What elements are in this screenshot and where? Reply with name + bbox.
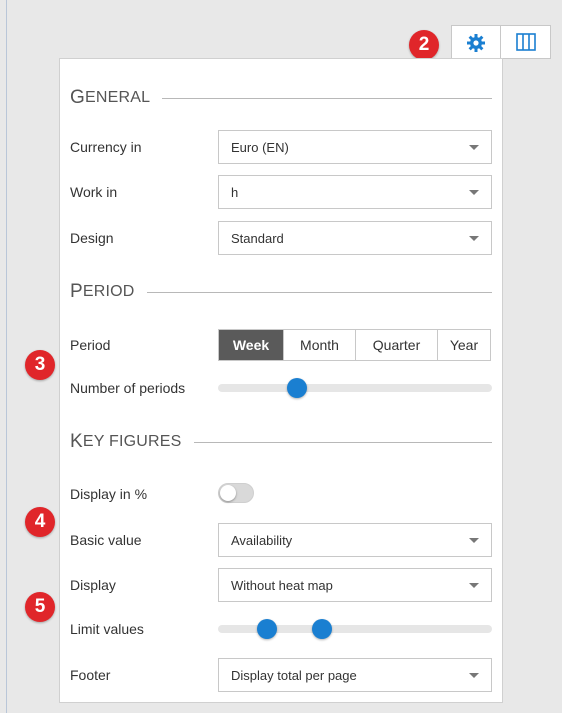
callout-badge: 5 [25,592,55,622]
callout-badge: 2 [409,30,439,60]
settings-button[interactable] [451,25,501,61]
period-option-week[interactable]: Week [219,330,283,360]
callout-badge: 4 [25,507,55,537]
chevron-down-icon [469,673,479,678]
display-label: Display [70,577,116,593]
frame-border [6,0,7,713]
section-key-figures-heading: K EY FIGURES [70,431,492,453]
settings-panel: G ENERAL Currency in Euro (EN) Work in h … [59,58,503,703]
chevron-down-icon [469,145,479,150]
design-select[interactable]: Standard [218,221,492,255]
chevron-down-icon [469,190,479,195]
work-unit-select[interactable]: h [218,175,492,209]
display-percent-toggle[interactable] [218,483,254,503]
chevron-down-icon [469,236,479,241]
footer-select[interactable]: Display total per page [218,658,492,692]
display-percent-label: Display in % [70,486,148,502]
columns-button[interactable] [501,25,551,59]
chevron-down-icon [469,538,479,543]
currency-select[interactable]: Euro (EN) [218,130,492,164]
section-divider [162,97,492,99]
limit-values-label: Limit values [70,621,144,637]
period-label: Period [70,337,111,353]
slider-handle[interactable] [287,378,308,398]
work-label: Work in [70,184,118,200]
chevron-down-icon [469,583,479,588]
currency-label: Currency in [70,139,142,155]
slider-handle-high[interactable] [312,619,333,639]
section-divider [146,291,492,293]
period-option-quarter[interactable]: Quarter [355,330,437,360]
number-of-periods-slider[interactable] [218,378,492,398]
basic-value-label: Basic value [70,532,142,548]
slider-handle-low[interactable] [257,619,278,639]
gear-icon [467,34,485,52]
toggle-knob [220,485,236,501]
design-label: Design [70,230,114,246]
view-toolbar [451,25,551,61]
section-divider [193,441,492,443]
footer-label: Footer [70,667,111,683]
callout-badge: 3 [25,350,55,380]
columns-icon [515,33,536,51]
period-option-year[interactable]: Year [437,330,490,360]
section-period-heading: P ERIOD [70,281,492,303]
period-segmented-control: Week Month Quarter Year [218,329,491,361]
basic-value-select[interactable]: Availability [218,523,492,557]
number-of-periods-label: Number of periods [70,380,186,396]
section-general-heading: G ENERAL [70,87,492,109]
period-option-month[interactable]: Month [283,330,355,360]
display-select[interactable]: Without heat map [218,568,492,602]
limit-values-slider[interactable] [218,619,492,639]
